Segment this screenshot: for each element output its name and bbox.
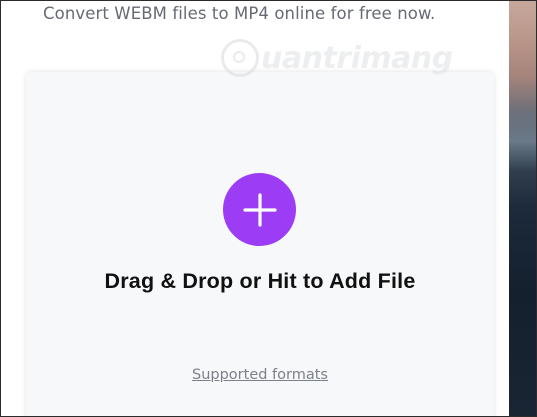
add-file-label[interactable]: Drag & Drop or Hit to Add File <box>26 269 494 294</box>
plus-icon <box>242 192 277 227</box>
add-file-button[interactable] <box>223 173 296 246</box>
upload-dropzone[interactable]: Drag & Drop or Hit to Add File Supported… <box>26 72 494 416</box>
page-subtitle: Convert WEBM files to MP4 online for fre… <box>43 4 436 23</box>
watermark-text: uantrimang <box>261 40 453 76</box>
browser-viewport: Convert WEBM files to MP4 online for fre… <box>0 0 537 417</box>
supported-formats-link[interactable]: Supported formats <box>26 367 494 383</box>
background-photo <box>509 1 536 416</box>
